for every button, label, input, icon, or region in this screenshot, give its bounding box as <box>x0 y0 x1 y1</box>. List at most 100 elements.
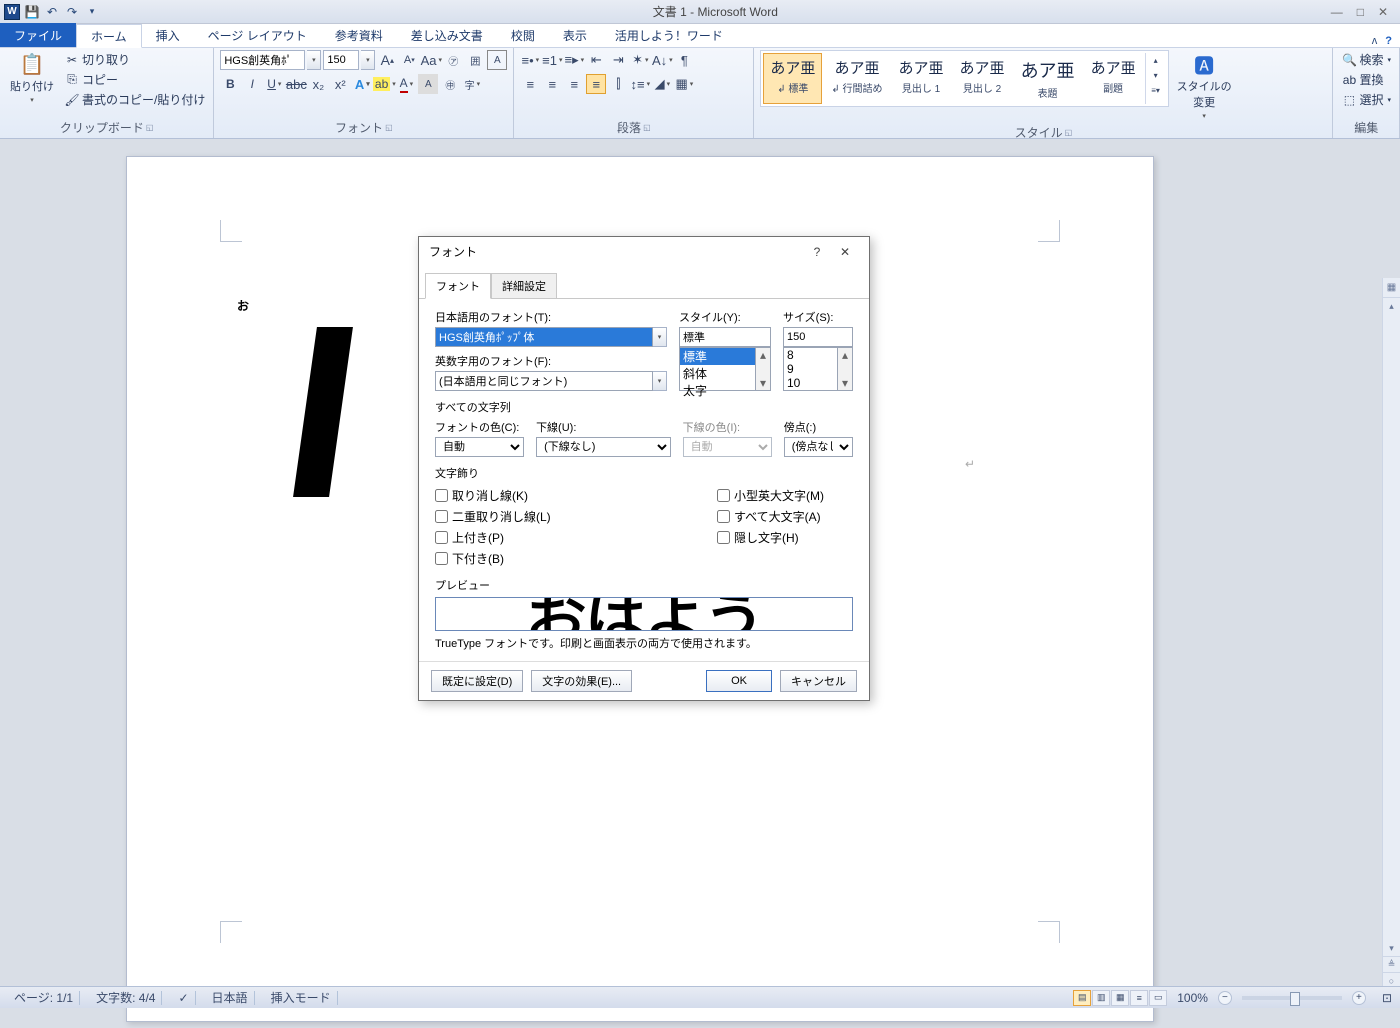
style-input[interactable] <box>679 327 771 347</box>
bullets-button[interactable]: ≡• <box>520 50 540 70</box>
phonetic-guide-button[interactable]: ㋐ <box>443 50 463 70</box>
decrease-indent-button[interactable]: ⇤ <box>586 50 606 70</box>
minimize-button[interactable]: — <box>1331 5 1343 19</box>
language-status[interactable]: 日本語 <box>206 991 255 1005</box>
font-name-dropdown-icon[interactable]: ▾ <box>307 50 321 70</box>
style-heading2[interactable]: あア亜見出し 2 <box>953 53 1012 104</box>
word-icon[interactable]: W <box>4 4 20 20</box>
hidden-checkbox[interactable]: 隠し文字(H) <box>717 529 824 546</box>
dialog-tab-advanced[interactable]: 詳細設定 <box>491 273 557 299</box>
insert-mode[interactable]: 挿入モード <box>265 991 338 1005</box>
set-default-button[interactable]: 既定に設定(D) <box>431 670 523 692</box>
dialog-launcher-icon[interactable]: ◱ <box>385 123 393 132</box>
zoom-in-button[interactable]: + <box>1352 991 1366 1005</box>
cancel-button[interactable]: キャンセル <box>780 670 857 692</box>
align-right-button[interactable]: ≡ <box>564 74 584 94</box>
size-listbox[interactable]: 8 9 10 <box>783 347 838 391</box>
web-layout-view-icon[interactable]: ▦ <box>1111 990 1129 1006</box>
zoom-out-button[interactable]: − <box>1218 991 1232 1005</box>
highlight-button[interactable]: ab <box>374 74 394 94</box>
align-left-button[interactable]: ≡ <box>520 74 540 94</box>
superscript-button[interactable]: x² <box>330 74 350 94</box>
font-size-dropdown-icon[interactable]: ▾ <box>361 50 375 70</box>
subscript-button[interactable]: x₂ <box>308 74 328 94</box>
qat-more-icon[interactable]: ▾ <box>84 4 100 20</box>
style-title[interactable]: あア亜表題 <box>1014 53 1082 104</box>
font-size-input[interactable] <box>323 50 359 70</box>
italic-button[interactable]: I <box>242 74 262 94</box>
dialog-close-icon[interactable]: ✕ <box>831 245 859 259</box>
copy-button[interactable]: ⎘コピー <box>62 70 207 89</box>
close-button[interactable]: ✕ <box>1378 5 1388 19</box>
help-icon[interactable]: ? <box>1385 35 1392 47</box>
tab-mailings[interactable]: 差し込み文書 <box>397 23 497 47</box>
dialog-launcher-icon[interactable]: ◱ <box>643 123 651 132</box>
dialog-help-icon[interactable]: ? <box>803 245 831 259</box>
tab-home[interactable]: ホーム <box>76 24 142 48</box>
jp-font-dropdown-icon[interactable]: ▾ <box>653 327 667 347</box>
style-listbox[interactable]: 標準 斜体 太字 <box>679 347 756 391</box>
style-subtitle[interactable]: あア亜副題 <box>1084 53 1143 104</box>
increase-indent-button[interactable]: ⇥ <box>608 50 628 70</box>
style-heading1[interactable]: あア亜見出し 1 <box>892 53 951 104</box>
allcaps-checkbox[interactable]: すべて大文字(A) <box>717 508 824 525</box>
jp-font-input[interactable] <box>435 327 653 347</box>
latin-font-dropdown-icon[interactable]: ▾ <box>653 371 667 391</box>
paste-button[interactable]: 📋 貼り付け ▾ <box>6 50 58 106</box>
bold-button[interactable]: B <box>220 74 240 94</box>
prev-page-icon[interactable]: ≜ <box>1383 956 1400 972</box>
vertical-scrollbar[interactable]: ▦ ▴ ▾ ≜ ○ ≟ <box>1382 278 1400 1004</box>
undo-icon[interactable]: ↶ <box>44 4 60 20</box>
subscript-checkbox[interactable]: 下付き(B) <box>435 550 705 567</box>
select-button[interactable]: ⬚選択▾ <box>1339 90 1393 109</box>
dialog-titlebar[interactable]: フォント ? ✕ <box>419 237 869 267</box>
shrink-font-button[interactable]: A▾ <box>399 50 419 70</box>
tab-view[interactable]: 表示 <box>549 23 601 47</box>
scroll-down-icon[interactable]: ▾ <box>1383 940 1400 956</box>
replace-button[interactable]: ab置換 <box>1339 70 1393 89</box>
dblstrike-checkbox[interactable]: 二重取り消し線(L) <box>435 508 705 525</box>
page-status[interactable]: ページ: 1/1 <box>8 991 80 1005</box>
line-spacing-button[interactable]: ↕≡ <box>630 74 650 94</box>
tab-references[interactable]: 参考資料 <box>321 23 397 47</box>
smallcaps-checkbox[interactable]: 小型英大文字(M) <box>717 487 824 504</box>
cut-button[interactable]: ✂切り取り <box>62 50 207 69</box>
tab-layout[interactable]: ページ レイアウト <box>194 23 321 47</box>
underline-style-select[interactable]: (下線なし) <box>536 437 671 457</box>
char-border-button[interactable]: A <box>487 50 507 70</box>
style-scroll-up-icon[interactable]: ▴ <box>1146 53 1166 68</box>
style-more-icon[interactable]: ≡▾ <box>1146 83 1166 98</box>
enclose-chars-button[interactable]: 囲 <box>465 50 485 70</box>
emphasis-select[interactable]: (傍点なし) <box>784 437 853 457</box>
outline-view-icon[interactable]: ≡ <box>1130 990 1148 1006</box>
tab-extras[interactable]: 活用しよう！ワード <box>601 23 737 47</box>
asian-align-button[interactable]: ✶ <box>630 50 650 70</box>
sort-button[interactable]: A↓ <box>652 50 672 70</box>
multilevel-button[interactable]: ≡▸ <box>564 50 584 70</box>
print-layout-view-icon[interactable]: ▤ <box>1073 990 1091 1006</box>
style-scroll-down-icon[interactable]: ▾ <box>1146 68 1166 83</box>
text-effects-button[interactable]: 文字の効果(E)... <box>531 670 632 692</box>
tab-insert[interactable]: 挿入 <box>142 23 194 47</box>
char-shading-button[interactable]: A <box>418 74 438 94</box>
style-normal[interactable]: あア亜↲ 標準 <box>763 53 822 104</box>
find-button[interactable]: 🔍検索▾ <box>1339 50 1393 69</box>
style-no-spacing[interactable]: あア亜↲ 行間詰め <box>824 53 889 104</box>
ribbon-minimize-icon[interactable]: ᴧ <box>1372 35 1378 47</box>
change-styles-button[interactable]: 🅰 スタイルの 変更 ▾ <box>1173 50 1236 122</box>
size-input[interactable] <box>783 327 853 347</box>
font-name-input[interactable] <box>220 50 305 70</box>
align-center-button[interactable]: ≡ <box>542 74 562 94</box>
strike-button[interactable]: abc <box>286 74 306 94</box>
grow-font-button[interactable]: A▴ <box>377 50 397 70</box>
distribute-button[interactable]: ⫿ <box>608 74 628 94</box>
spellcheck-icon[interactable]: ✓ <box>172 991 195 1005</box>
file-tab[interactable]: ファイル <box>0 23 76 47</box>
strike-checkbox[interactable]: 取り消し線(K) <box>435 487 705 504</box>
shading-button[interactable]: ◢ <box>652 74 672 94</box>
superscript-checkbox[interactable]: 上付き(P) <box>435 529 705 546</box>
zoom-dialog-icon[interactable]: ⊡ <box>1382 991 1392 1005</box>
ok-button[interactable]: OK <box>706 670 772 692</box>
tab-review[interactable]: 校閲 <box>497 23 549 47</box>
show-marks-button[interactable]: ¶ <box>674 50 694 70</box>
